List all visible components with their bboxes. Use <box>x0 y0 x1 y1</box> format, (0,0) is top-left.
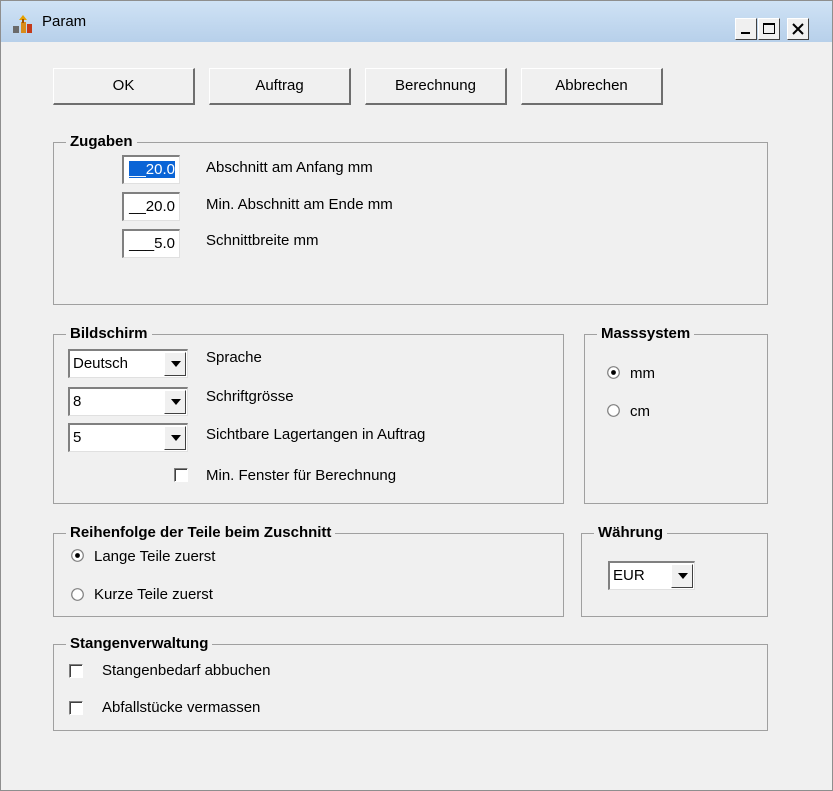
stangenbedarf-label: Stangenbedarf abbuchen <box>102 662 271 679</box>
radio-cm[interactable] <box>607 404 620 417</box>
radio-cm-label: cm <box>630 403 650 420</box>
app-icon <box>13 15 32 33</box>
chevron-down-icon[interactable] <box>164 390 186 414</box>
reihenfolge-group: Reihenfolge der Teile beim Zuschnitt <box>53 524 564 617</box>
abschnitt-anfang-input[interactable]: __20.0 <box>122 155 180 184</box>
abfallstuecke-checkbox[interactable] <box>69 701 83 715</box>
stangenverwaltung-group-title: Stangenverwaltung <box>66 635 213 653</box>
minimize-button[interactable] <box>735 18 757 40</box>
maximize-button[interactable] <box>758 18 780 40</box>
berechnung-button[interactable]: Berechnung <box>365 68 507 105</box>
schnittbreite-label: Schnittbreite mm <box>206 232 319 249</box>
ok-button[interactable]: OK <box>53 68 195 105</box>
reihenfolge-group-title: Reihenfolge der Teile beim Zuschnitt <box>66 524 336 542</box>
abschnitt-ende-input[interactable]: __20.0 <box>122 192 180 221</box>
minimize-icon <box>741 32 750 34</box>
sprache-select[interactable]: Deutsch <box>68 349 188 378</box>
schriftgroesse-label: Schriftgrösse <box>206 388 294 405</box>
min-fenster-checkbox[interactable] <box>174 468 188 482</box>
abschnitt-anfang-label: Abschnitt am Anfang mm <box>206 159 373 176</box>
radio-kurze-teile-label: Kurze Teile zuerst <box>94 586 213 603</box>
waehrung-select[interactable]: EUR <box>608 561 695 590</box>
window-title: Param <box>42 13 87 30</box>
lagertangen-select[interactable]: 5 <box>68 423 188 452</box>
radio-mm-label: mm <box>630 365 655 382</box>
close-icon <box>792 23 804 35</box>
zugaben-group-title: Zugaben <box>66 133 137 151</box>
param-window: Param OK Auftrag Berechnung Abbrechen Zu… <box>0 0 833 791</box>
chevron-down-icon[interactable] <box>164 352 186 376</box>
auftrag-button[interactable]: Auftrag <box>209 68 351 105</box>
title-bar[interactable]: Param <box>1 1 832 42</box>
lagertangen-label: Sichtbare Lagertangen in Auftrag <box>206 426 426 443</box>
maximize-icon <box>763 23 775 34</box>
chevron-down-icon[interactable] <box>164 426 186 450</box>
radio-lange-teile-label: Lange Teile zuerst <box>94 548 216 565</box>
masssystem-group-title: Masssystem <box>597 325 695 343</box>
chevron-down-icon[interactable] <box>671 564 693 588</box>
radio-lange-teile[interactable] <box>71 549 84 562</box>
radio-kurze-teile[interactable] <box>71 588 84 601</box>
stangenverwaltung-group: Stangenverwaltung <box>53 635 768 731</box>
waehrung-group-title: Währung <box>594 524 667 542</box>
abbrechen-button[interactable]: Abbrechen <box>521 68 663 105</box>
masssystem-group: Masssystem <box>584 325 768 504</box>
sprache-label: Sprache <box>206 349 262 366</box>
abschnitt-ende-label: Min. Abschnitt am Ende mm <box>206 196 393 213</box>
close-button[interactable] <box>787 18 809 40</box>
stangenbedarf-checkbox[interactable] <box>69 664 83 678</box>
schnittbreite-input[interactable]: ___5.0 <box>122 229 180 258</box>
min-fenster-label: Min. Fenster für Berechnung <box>206 467 397 484</box>
abfallstuecke-label: Abfallstücke vermassen <box>102 699 261 716</box>
schriftgroesse-select[interactable]: 8 <box>68 387 188 416</box>
bildschirm-group-title: Bildschirm <box>66 325 152 343</box>
radio-mm[interactable] <box>607 366 620 379</box>
